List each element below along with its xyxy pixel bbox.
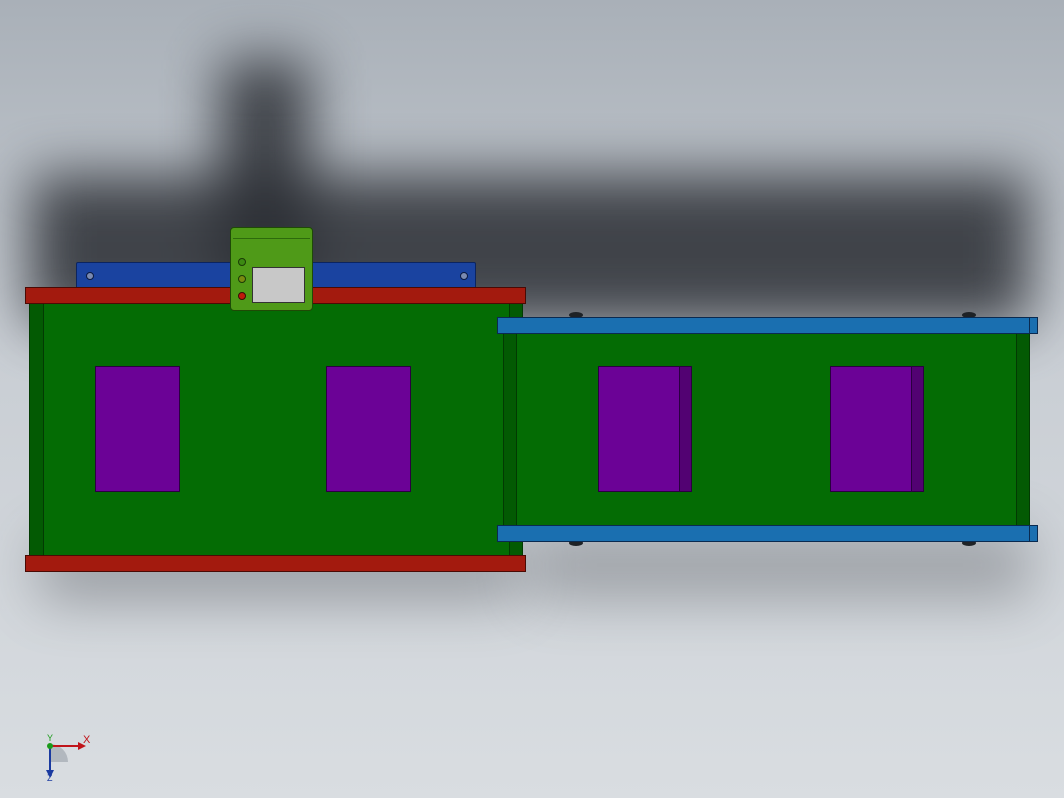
indicator-light-red[interactable] [238, 292, 246, 300]
triad-z-label: Z [47, 773, 53, 783]
right-window-2[interactable] [830, 366, 924, 492]
coordinate-triad-icon: X Y Z [40, 730, 100, 785]
right-window-2-side [911, 367, 923, 491]
right-panel-edge-right [1016, 331, 1029, 527]
left-bottom-rail[interactable] [25, 555, 526, 572]
mounting-hole-left [86, 272, 94, 280]
left-panel-edge-left [30, 302, 44, 555]
right-window-1[interactable] [598, 366, 692, 492]
right-bottom-rail-endcap [1029, 526, 1037, 541]
mounting-hole-right [460, 272, 468, 280]
right-panel-edge-left [504, 331, 517, 527]
triad-y-label: Y [47, 733, 54, 743]
cad-viewport[interactable]: X Y Z [0, 0, 1064, 798]
right-top-rail-endcap [1029, 318, 1037, 333]
right-panel-body[interactable] [503, 330, 1030, 528]
right-bottom-rail[interactable] [497, 525, 1038, 542]
right-window-1-side [679, 367, 691, 491]
display-screen[interactable] [252, 267, 305, 303]
left-window-2[interactable] [326, 366, 411, 492]
left-window-1[interactable] [95, 366, 180, 492]
control-box-top-edge [233, 230, 310, 239]
control-box[interactable] [230, 227, 313, 311]
right-top-rail[interactable] [497, 317, 1038, 334]
indicator-light-olive[interactable] [238, 275, 246, 283]
triad-x-label: X [83, 734, 91, 746]
indicator-light-green[interactable] [238, 258, 246, 266]
